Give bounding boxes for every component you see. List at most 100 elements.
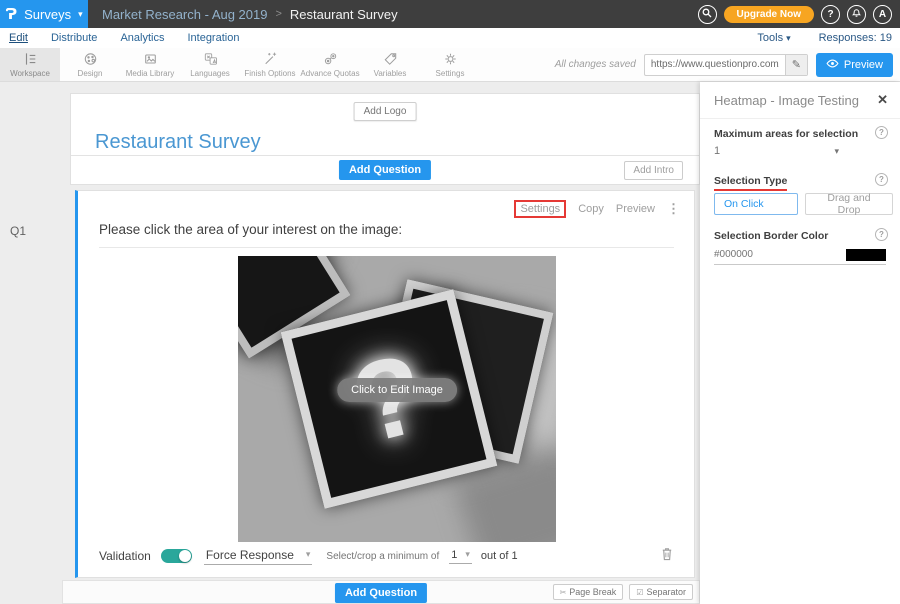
delete-question-button[interactable] [660,546,674,566]
help-icon[interactable]: ? [875,228,888,241]
on-click-option[interactable]: On Click [714,193,798,215]
page-break-button[interactable]: ✂ Page Break [553,584,624,600]
nav-tabs: Edit Distribute Analytics Integration [0,32,239,44]
max-areas-label: Maximum areas for selection [714,128,858,140]
kebab-menu-icon[interactable]: ⋮ [667,201,680,217]
separator-button[interactable]: ☑ Separator [629,584,693,600]
toolbar-item-advance-quotas[interactable]: Advance Quotas [300,48,360,81]
selection-type-label: Selection Type [714,175,787,187]
question-preview-button[interactable]: Preview [616,203,655,215]
survey-title[interactable]: Restaurant Survey [95,131,261,154]
strip-right-buttons: ✂ Page Break ☑ Separator [553,584,693,600]
add-question-button-bottom[interactable]: Add Question [335,583,427,603]
selection-type-buttons: On Click Drag and Drop [714,193,893,215]
add-question-strip: Add Question ✂ Page Break ☑ Separator [62,580,700,604]
question-actions: Settings Copy Preview ⋮ [514,200,680,218]
tab-distribute[interactable]: Distribute [51,32,97,44]
bell-icon [851,7,862,21]
question-text[interactable]: Please click the area of your interest o… [99,222,402,237]
pencil-icon: ✎ [792,58,801,71]
trash-icon [660,546,674,566]
checkbox-icon: ☑ [636,588,643,597]
nav-right: Tools▾ Responses: 19 [757,32,900,44]
tab-edit[interactable]: Edit [9,32,28,44]
help-icon[interactable]: ? [875,126,888,139]
response-mode-dropdown[interactable]: Force Response ▾ [204,548,313,565]
question-icon: ? [827,9,833,20]
help-button[interactable]: ? [821,5,840,24]
border-color-label: Selection Border Color [714,230,828,242]
tab-integration[interactable]: Integration [187,32,239,44]
add-question-button-top[interactable]: Add Question [339,160,431,180]
close-icon[interactable]: ✕ [877,92,888,108]
minimum-value-dropdown[interactable]: 1 ▾ [449,549,472,564]
question-card: Settings Copy Preview ⋮ Please click the… [75,190,695,578]
share-url-field: ✎ [644,54,808,76]
breadcrumb-parent[interactable]: Market Research - Aug 2019 [102,7,267,22]
toolbar-item-finish-options[interactable]: Finish Options [240,48,300,81]
preview-button[interactable]: Preview [816,53,893,77]
search-button[interactable] [698,5,717,24]
add-logo-button[interactable]: Add Logo [354,102,417,121]
upgrade-now-button[interactable]: Upgrade Now [724,6,814,23]
questionpro-logo-icon: Ɂ [5,7,17,22]
gear-icon [442,51,459,67]
validation-label: Validation [99,549,151,563]
border-color-swatch[interactable] [846,249,886,261]
border-color-field[interactable]: #000000 [714,248,886,265]
chevron-down-icon: ▾ [786,33,791,43]
toggle-knob [179,550,191,562]
heatmap-settings-panel: Heatmap - Image Testing ✕ Maximum areas … [700,82,900,604]
notifications-button[interactable] [847,5,866,24]
quota-gears-icon [322,51,339,67]
share-url-input[interactable] [645,59,785,70]
scissors-icon: ✂ [560,588,567,597]
panel-divider [700,118,900,119]
max-areas-dropdown[interactable]: 1 ▾ [714,145,839,157]
surveys-menu[interactable]: Ɂ Surveys ▾ [0,0,88,28]
validation-toggle[interactable] [161,549,192,563]
search-icon [702,8,712,21]
avatar-initial: A [879,9,886,20]
border-color-value: #000000 [714,249,753,260]
toolbar-item-media-library[interactable]: Media Library [120,48,180,81]
top-bar: Ɂ Surveys ▾ Market Research - Aug 2019 >… [0,0,900,28]
toolbar-right: All changes saved ✎ Preview [555,48,900,81]
tools-menu[interactable]: Tools▾ [757,32,790,44]
edit-url-button[interactable]: ✎ [785,55,807,75]
tag-icon [382,51,399,67]
heatmap-image-placeholder[interactable]: ? Click to Edit Image [238,256,556,542]
autosave-status: All changes saved [555,59,636,70]
validation-row: Validation Force Response ▾ Select/crop … [99,546,674,566]
drag-and-drop-option[interactable]: Drag and Drop [805,193,893,215]
chevron-down-icon: ▾ [465,549,470,560]
click-to-edit-image-button[interactable]: Click to Edit Image [337,378,457,402]
magic-wand-icon [262,51,279,67]
chevron-down-icon: ▾ [78,9,83,20]
palette-icon [82,51,99,67]
question-text-underline [99,247,674,248]
survey-builder-app: Ɂ Surveys ▾ Market Research - Aug 2019 >… [0,0,900,604]
question-number-label: Q1 [10,224,26,238]
image-icon [142,51,159,67]
minimum-select-label: Select/crop a minimum of [326,551,439,562]
account-avatar[interactable]: A [873,5,892,24]
toolbar-item-workspace[interactable]: Workspace [0,48,60,81]
toolbar-item-languages[interactable]: Languages [180,48,240,81]
toolbar-item-variables[interactable]: Variables [360,48,420,81]
toolbar-item-settings[interactable]: Settings [420,48,480,81]
workspace-icon [22,51,39,67]
translate-icon [202,51,219,67]
panel-title: Heatmap - Image Testing [714,93,859,108]
survey-header-footer: Add Question Add Intro [71,155,699,184]
help-icon[interactable]: ? [875,173,888,186]
breadcrumb-separator-icon: > [275,8,281,20]
toolbar-item-design[interactable]: Design [60,48,120,81]
tab-analytics[interactable]: Analytics [120,32,164,44]
out-of-label: out of 1 [481,550,518,562]
question-settings-button[interactable]: Settings [514,200,566,218]
responses-count[interactable]: Responses: 19 [819,32,892,44]
question-copy-button[interactable]: Copy [578,203,604,215]
add-intro-button[interactable]: Add Intro [624,161,683,180]
breadcrumb-current: Restaurant Survey [290,7,398,22]
